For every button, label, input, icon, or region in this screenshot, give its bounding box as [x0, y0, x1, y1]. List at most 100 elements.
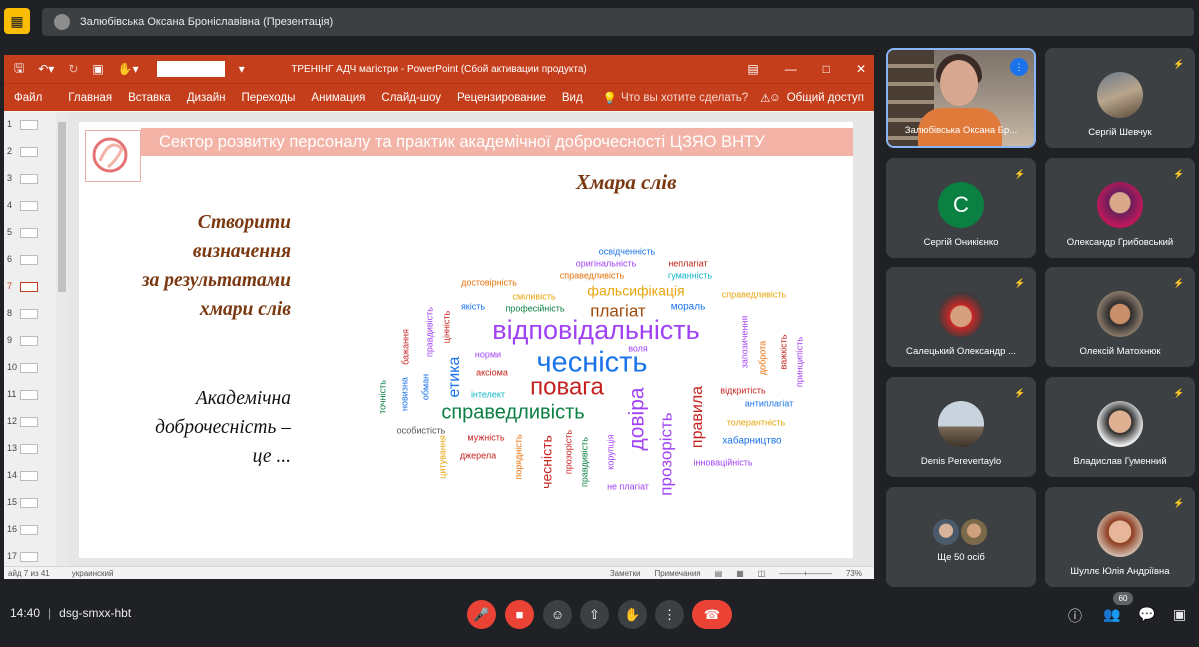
scrollbar-thumb[interactable]: [58, 122, 66, 292]
mic-toggle-button[interactable]: 🎤: [467, 600, 496, 629]
slide-thumbnail[interactable]: 16: [4, 517, 60, 544]
participant-tile[interactable]: ⚡ Сергій Шевчук: [1045, 48, 1195, 148]
tab-view[interactable]: Вид: [562, 92, 583, 104]
touch-mode-icon[interactable]: ✋▾: [118, 62, 139, 76]
present-now-button[interactable]: ⇧: [580, 600, 609, 629]
redo-icon[interactable]: ↻: [68, 62, 78, 76]
slide-thumbnail[interactable]: 10: [4, 355, 60, 382]
slide-thumbnail[interactable]: 11: [4, 382, 60, 409]
slide-thumbnail[interactable]: 12: [4, 409, 60, 436]
tab-design[interactable]: Дизайн: [187, 92, 226, 104]
slide-thumbnail[interactable]: 5: [4, 220, 60, 247]
mic-off-icon: ⚡: [1173, 58, 1185, 69]
participant-tile[interactable]: ⚡ Салецький Олександр ...: [886, 267, 1036, 367]
slide-thumbnail[interactable]: 15: [4, 490, 60, 517]
reactions-button[interactable]: ☺: [543, 600, 572, 629]
minimize-icon[interactable]: —: [785, 62, 797, 76]
ppt-status-bar: айд 7 из 41 украинский Заметки Примечани…: [4, 566, 874, 579]
tab-home[interactable]: Главная: [68, 92, 112, 104]
slide-number: 11: [7, 389, 17, 399]
tab-review[interactable]: Рецензирование: [457, 92, 546, 104]
participant-tile-presenter[interactable]: ⋮ Залюбівська Оксана Бр...: [886, 48, 1036, 148]
leave-call-button[interactable]: ☎: [692, 600, 732, 629]
camera-off-icon: ■: [515, 607, 524, 622]
maximize-icon[interactable]: □: [823, 62, 830, 76]
word-cloud-term: джерела: [460, 450, 496, 460]
mic-off-icon: 🎤: [473, 606, 490, 622]
language-indicator[interactable]: украинский: [72, 569, 114, 578]
slide-thumbnail[interactable]: 2: [4, 139, 60, 166]
thumbnails-scrollbar[interactable]: [56, 112, 68, 566]
share-button[interactable]: ☺ Общий доступ: [769, 92, 864, 104]
participant-name: Олексій Матохнюк: [1079, 346, 1161, 357]
word-cloud: освідченність оригінальність неплагіат спра…: [377, 246, 804, 495]
more-options-button[interactable]: ⋮: [655, 600, 684, 629]
zoom-slider[interactable]: ———+———: [779, 569, 832, 578]
sorter-view-icon[interactable]: ▦: [736, 569, 744, 578]
zoom-level[interactable]: 73%: [846, 569, 862, 578]
ribbon-display-icon[interactable]: ▤: [747, 62, 758, 76]
close-icon[interactable]: ✕: [856, 62, 866, 76]
slide-thumbnail[interactable]: 7: [4, 274, 60, 301]
participant-tile-more[interactable]: Ще 50 осіб: [886, 487, 1036, 587]
presentation-icon[interactable]: ▦: [4, 8, 30, 34]
tab-insert[interactable]: Вставка: [128, 92, 171, 104]
participant-tile[interactable]: ⚡ Denis Perevertaylo: [886, 377, 1036, 477]
comments-button[interactable]: Примечания: [654, 569, 700, 578]
save-icon[interactable]: 🖫: [14, 59, 24, 80]
quick-access-toolbar: 🖫 ↶▾ ↻ ▣ ✋▾ ▾: [4, 59, 245, 80]
slide-thumbnail[interactable]: 1: [4, 112, 60, 139]
font-box[interactable]: [156, 61, 225, 77]
participant-avatar: [938, 291, 984, 337]
slide-thumbnail[interactable]: 13: [4, 436, 60, 463]
mic-off-icon: ⚡: [1173, 387, 1185, 398]
user-icon: ☺: [768, 91, 781, 104]
camera-toggle-button[interactable]: ■: [505, 600, 534, 629]
slide-thumbnail[interactable]: 8: [4, 301, 60, 328]
tab-file[interactable]: Файл: [14, 92, 42, 104]
raise-hand-button[interactable]: ✋: [618, 600, 647, 629]
mic-off-icon: ⚡: [1014, 387, 1026, 398]
slide-counter: айд 7 из 41: [8, 568, 50, 578]
notes-button[interactable]: Заметки: [610, 569, 641, 578]
people-icon[interactable]: 👥: [1103, 606, 1120, 623]
slide-thumbnail[interactable]: 3: [4, 166, 60, 193]
slide-number: 14: [7, 470, 18, 480]
slide-number: 5: [7, 227, 13, 237]
slide-preview: [20, 498, 38, 508]
participant-tile[interactable]: ⚡ Владислав Гуменний: [1045, 377, 1195, 477]
slideshow-icon[interactable]: ▣: [92, 62, 103, 76]
customize-qat-icon[interactable]: ▾: [239, 62, 245, 76]
reading-view-icon[interactable]: ◫: [758, 569, 766, 578]
participant-tile[interactable]: ⚡ Шуллє Юлія Андріївна: [1045, 487, 1195, 587]
slide-thumbnail[interactable]: 4: [4, 193, 60, 220]
tab-slideshow[interactable]: Слайд-шоу: [381, 92, 441, 104]
word-cloud-term: цитування: [437, 435, 447, 479]
undo-icon[interactable]: ↶▾: [38, 62, 54, 76]
participant-name: Шуллє Юлія Андріївна: [1070, 566, 1170, 577]
slide-number: 13: [7, 443, 18, 453]
meeting-code[interactable]: dsg-smxx-hbt: [59, 606, 131, 620]
participant-tile[interactable]: ⚡ Олександр Грибовський: [1045, 158, 1195, 258]
slide-number: 15: [7, 497, 18, 507]
activities-icon[interactable]: ▣: [1173, 606, 1186, 623]
chat-icon[interactable]: 💬: [1138, 606, 1155, 623]
slide-thumbnail[interactable]: 6: [4, 247, 60, 274]
slide-number: 9: [7, 335, 13, 345]
word-cloud-term: мужність: [467, 432, 505, 442]
slide-thumbnail[interactable]: 14: [4, 463, 60, 490]
word-cloud-term: відповідальність: [492, 315, 700, 345]
participant-tile[interactable]: ⚡ С Сергій Оникієнко: [886, 158, 1036, 258]
word-cloud-term: корупція: [605, 434, 615, 469]
present-icon: ⇧: [589, 606, 600, 622]
meeting-details-icon[interactable]: ⓘ: [1068, 606, 1082, 626]
tell-me-box[interactable]: 💡 Что вы хотите сделать? ⚠: [603, 91, 771, 105]
word-cloud-term: правдивість: [424, 307, 434, 357]
tab-transitions[interactable]: Переходы: [241, 92, 295, 104]
slide-thumbnail[interactable]: 9: [4, 328, 60, 355]
normal-view-icon[interactable]: ▤: [715, 569, 723, 578]
slide-number: 3: [7, 173, 13, 183]
tab-animations[interactable]: Анимация: [311, 92, 365, 104]
participant-tile[interactable]: ⚡ Олексій Матохнюк: [1045, 267, 1195, 367]
meet-top-bar: ▦ Залюбівська Оксана Броніславівна (През…: [0, 0, 1199, 44]
